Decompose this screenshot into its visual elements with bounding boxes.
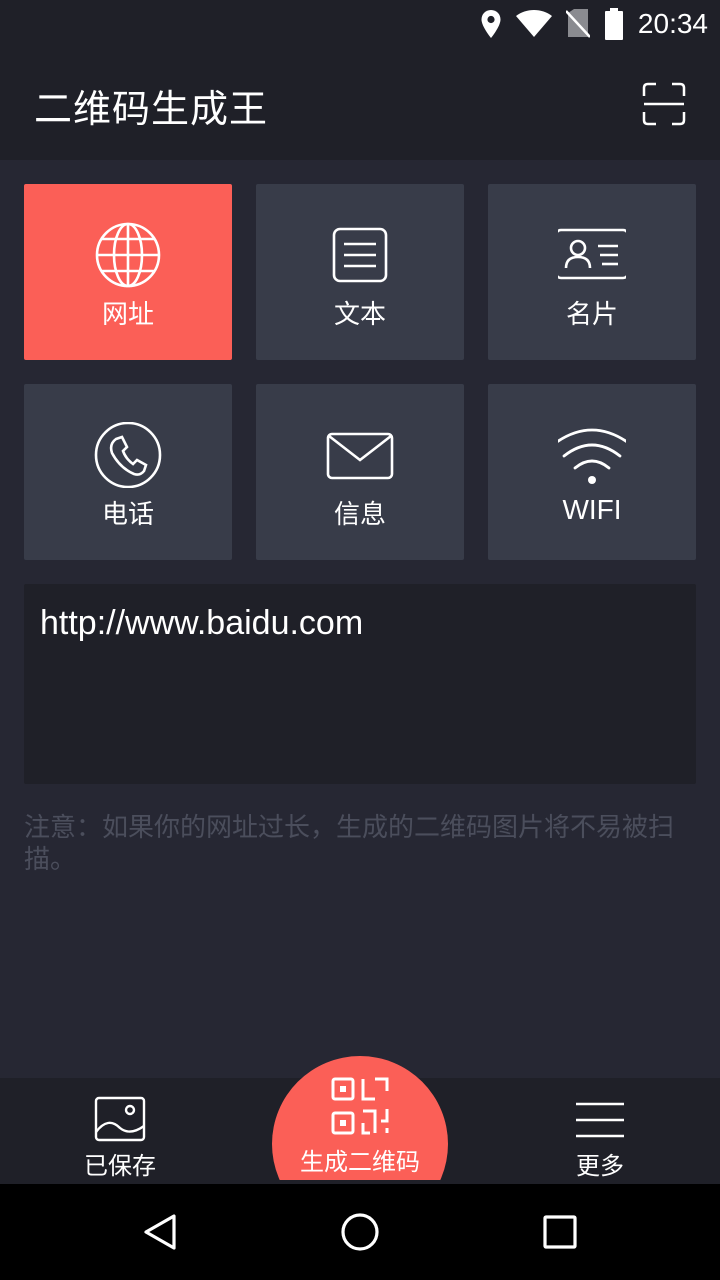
home-icon[interactable] <box>336 1208 384 1256</box>
wifi-signal-icon <box>515 10 552 37</box>
mail-icon <box>326 432 394 480</box>
url-input-box[interactable] <box>24 584 696 784</box>
type-phone-label: 电话 <box>101 500 154 530</box>
status-bar: 20:34 <box>0 0 720 48</box>
generate-button-clip: 生成二维码 <box>260 1040 460 1180</box>
battery-icon <box>604 8 623 40</box>
recents-icon[interactable] <box>536 1208 584 1256</box>
app-title: 二维码生成王 <box>34 87 269 131</box>
more-tab[interactable]: 更多 <box>500 1078 700 1184</box>
type-wifi-label: WIFI <box>562 494 622 525</box>
saved-tab-label: 已保存 <box>84 1152 156 1180</box>
back-icon[interactable] <box>136 1208 184 1256</box>
app-bar: 二维码生成王 <box>0 48 720 160</box>
type-message-tile[interactable]: 信息 <box>256 384 464 560</box>
type-text-label: 文本 <box>333 300 386 330</box>
text-icon <box>332 227 388 283</box>
type-message-label: 信息 <box>333 500 386 530</box>
type-card-label: 名片 <box>565 300 618 330</box>
clock: 20:34 <box>637 8 708 39</box>
type-wifi-tile[interactable]: WIFI <box>488 384 696 560</box>
image-icon <box>94 1096 146 1142</box>
generate-qr-label: 生成二维码 <box>300 1148 420 1176</box>
system-nav-bar <box>0 1184 720 1280</box>
menu-icon <box>576 1102 624 1138</box>
no-sim-icon <box>565 9 590 38</box>
generate-qr-button[interactable]: 生成二维码 <box>272 1056 448 1180</box>
more-tab-label: 更多 <box>576 1152 624 1180</box>
wifi-icon <box>558 428 626 484</box>
contact-card-icon <box>558 228 626 280</box>
type-url-tile[interactable]: 网址 <box>24 184 232 360</box>
scan-icon[interactable] <box>642 82 686 126</box>
globe-icon <box>95 222 161 288</box>
phone-icon <box>94 422 162 488</box>
saved-tab[interactable]: 已保存 <box>20 1078 220 1184</box>
location-icon <box>481 10 501 38</box>
url-input[interactable] <box>40 604 680 643</box>
qr-code-icon <box>331 1077 389 1135</box>
type-phone-tile[interactable]: 电话 <box>24 384 232 560</box>
type-card-tile[interactable]: 名片 <box>488 184 696 360</box>
hint-note: 注意：如果你的网址过长，生成的二维码图片将不易被扫描。 <box>24 813 675 875</box>
type-text-tile[interactable]: 文本 <box>256 184 464 360</box>
type-url-label: 网址 <box>101 300 154 330</box>
